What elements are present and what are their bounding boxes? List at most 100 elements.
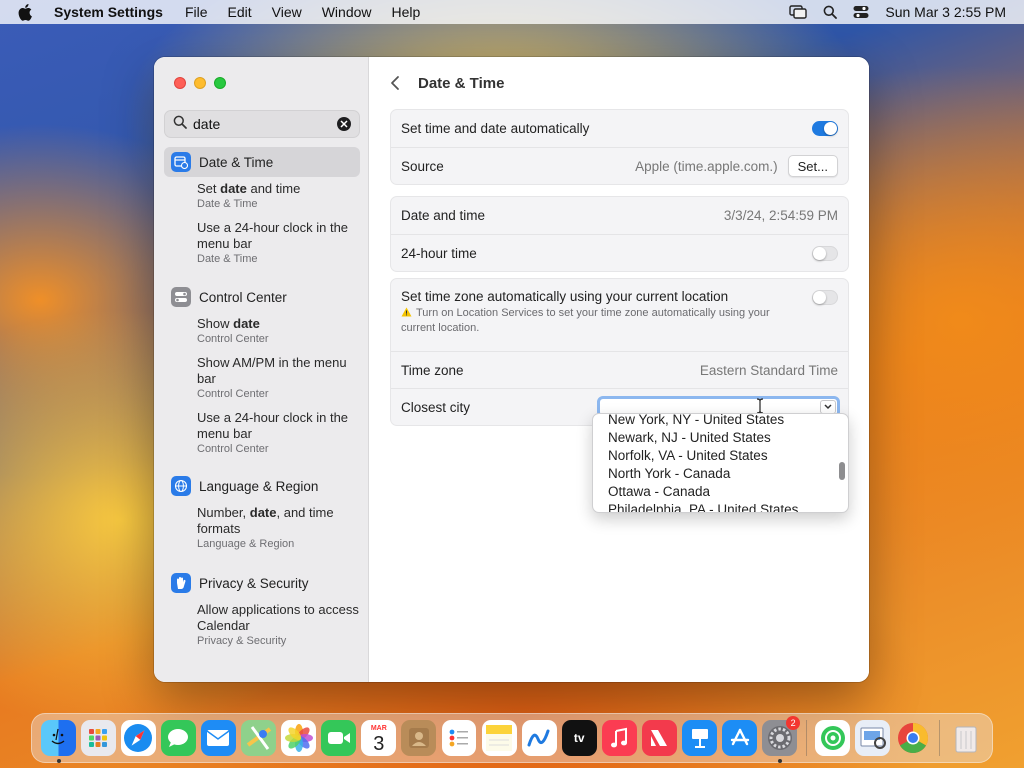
trash-icon[interactable] — [949, 720, 984, 756]
search-result-24-hour-clock[interactable]: Use a 24-hour clock in the menu bar Date… — [197, 220, 360, 266]
sidebar-section-privacy-security: Privacy & Security Allow applications to… — [164, 568, 360, 657]
chrome-icon[interactable] — [896, 720, 931, 756]
launchpad-icon[interactable] — [80, 720, 116, 756]
app-store-icon[interactable] — [722, 720, 758, 756]
mail-icon[interactable] — [200, 720, 236, 756]
system-settings-icon[interactable]: 2 — [762, 716, 801, 763]
chevron-down-icon[interactable] — [820, 400, 836, 414]
city-option[interactable]: Norfolk, VA - United States — [593, 447, 848, 465]
close-window-button[interactable] — [174, 77, 186, 89]
search-result-category: Control Center — [197, 333, 269, 345]
photos-icon[interactable] — [281, 720, 317, 756]
search-icon — [173, 115, 187, 134]
sidebar-search-field[interactable]: date — [164, 110, 360, 138]
source-row: Source Apple (time.apple.com.) Set... — [391, 147, 848, 184]
notes-icon[interactable] — [481, 720, 517, 756]
city-option[interactable]: New York, NY - United States — [593, 414, 848, 429]
sidebar-item-date-time[interactable]: Date & Time — [164, 147, 360, 177]
auto-timezone-label: Set time zone automatically using your c… — [401, 289, 729, 304]
safari-icon[interactable] — [120, 720, 156, 756]
calendar-day: 3 — [373, 732, 385, 755]
app-name-menu[interactable]: System Settings — [54, 4, 163, 20]
news-icon[interactable] — [642, 720, 677, 756]
timezone-row: Time zone Eastern Standard Time — [391, 351, 848, 388]
search-result-title: Allow applications to access Calendar — [197, 602, 359, 633]
search-result-title: Use a 24-hour clock in the menu bar — [197, 410, 349, 441]
facetime-icon[interactable] — [321, 720, 357, 756]
menu-file[interactable]: File — [185, 4, 208, 20]
search-result-category: Control Center — [197, 388, 269, 400]
maps-icon[interactable] — [241, 720, 276, 756]
dock-separator — [805, 720, 807, 756]
control-center-menu-icon[interactable] — [853, 5, 869, 19]
sidebar-section-language-region: Language & Region Number, date, and time… — [164, 471, 360, 560]
closest-city-label: Closest city — [401, 399, 471, 415]
search-result-24-hour-clock[interactable]: Use a 24-hour clock in the menu bar Cont… — [197, 410, 360, 456]
set-source-button[interactable]: Set... — [787, 155, 838, 177]
search-input[interactable]: date — [193, 116, 337, 132]
hour24-toggle[interactable] — [812, 245, 838, 261]
spotlight-search-icon[interactable] — [823, 5, 838, 19]
search-result-title: Set date and time — [197, 181, 301, 196]
menu-bar: System Settings File Edit View Window He… — [0, 0, 1024, 24]
find-my-icon[interactable] — [815, 720, 851, 756]
menu-view[interactable]: View — [272, 4, 302, 20]
apple-menu-icon[interactable] — [18, 3, 36, 21]
search-result-category: Privacy & Security — [197, 635, 287, 647]
page-title: Date & Time — [418, 74, 505, 92]
search-result-access-calendar[interactable]: Allow applications to access Calendar Pr… — [197, 602, 360, 648]
clear-search-icon[interactable] — [337, 117, 351, 131]
music-icon[interactable] — [601, 720, 637, 756]
city-dropdown-list[interactable]: New York, NY - United States Newark, NJ … — [592, 413, 849, 513]
date-time-row: Date and time 3/3/24, 2:54:59 PM — [391, 197, 848, 234]
calendar-month: MAR — [370, 724, 387, 732]
dropdown-scrollbar[interactable] — [839, 462, 845, 480]
city-option[interactable]: Ottawa - Canada — [593, 483, 848, 501]
city-option[interactable]: North York - Canada — [593, 465, 848, 483]
search-result-show-date[interactable]: Show date Control Center — [197, 316, 360, 346]
sidebar-section-control-center: Control Center Show date Control Center … — [164, 282, 360, 465]
back-chevron-icon[interactable] — [390, 75, 400, 91]
auto-time-row: Set time and date automatically — [391, 110, 848, 147]
sidebar-item-control-center[interactable]: Control Center — [164, 282, 360, 312]
calendar-icon[interactable]: MAR 3 — [361, 720, 397, 756]
dock: MAR 3 tv 2 — [31, 713, 993, 763]
menu-window[interactable]: Window — [322, 4, 372, 20]
sidebar-item-label: Date & Time — [199, 154, 274, 170]
datetime-group: Date and time 3/3/24, 2:54:59 PM 24-hour… — [390, 196, 849, 272]
keynote-icon[interactable] — [682, 720, 717, 756]
reminders-icon[interactable] — [441, 720, 477, 756]
sidebar-item-privacy-security[interactable]: Privacy & Security — [164, 568, 360, 598]
menubar-clock[interactable]: Sun Mar 3 2:55 PM — [885, 4, 1006, 20]
zoom-window-button[interactable] — [214, 77, 226, 89]
control-center-icon — [171, 287, 191, 307]
sidebar: date Date & Time Set date and time Date … — [154, 57, 369, 682]
warning-icon — [401, 307, 416, 319]
sidebar-item-language-region[interactable]: Language & Region — [164, 471, 360, 501]
menu-edit[interactable]: Edit — [228, 4, 252, 20]
search-result-title: Number, date, and time formats — [197, 505, 334, 536]
search-result-show-am-pm[interactable]: Show AM/PM in the menu bar Control Cente… — [197, 355, 360, 401]
search-result-number-date-time-formats[interactable]: Number, date, and time formats Language … — [197, 505, 360, 551]
contacts-icon[interactable] — [401, 720, 437, 756]
search-result-set-date-and-time[interactable]: Set date and time Date & Time — [197, 181, 360, 211]
settings-window: date Date & Time Set date and time Date … — [154, 57, 869, 682]
messages-icon[interactable] — [160, 720, 196, 756]
menu-help[interactable]: Help — [392, 4, 421, 20]
sidebar-item-label: Language & Region — [199, 478, 319, 494]
minimize-window-button[interactable] — [194, 77, 206, 89]
city-option[interactable]: Philadelphia, PA - United States — [593, 501, 848, 512]
timezone-group: Set time zone automatically using your c… — [390, 278, 849, 426]
finder-icon[interactable] — [40, 720, 76, 763]
hand-icon — [171, 573, 191, 593]
tv-icon[interactable]: tv — [561, 720, 597, 756]
sidebar-section-date-time: Date & Time Set date and time Date & Tim… — [164, 147, 360, 275]
calendar-clock-icon — [171, 152, 191, 172]
preview-icon[interactable] — [855, 720, 891, 756]
city-option[interactable]: Newark, NJ - United States — [593, 429, 848, 447]
source-value: Apple (time.apple.com.) — [635, 158, 778, 174]
screen-mirroring-icon[interactable] — [789, 5, 808, 19]
freeform-icon[interactable] — [521, 720, 557, 756]
auto-timezone-toggle[interactable] — [812, 290, 838, 305]
auto-time-toggle[interactable] — [812, 121, 838, 136]
